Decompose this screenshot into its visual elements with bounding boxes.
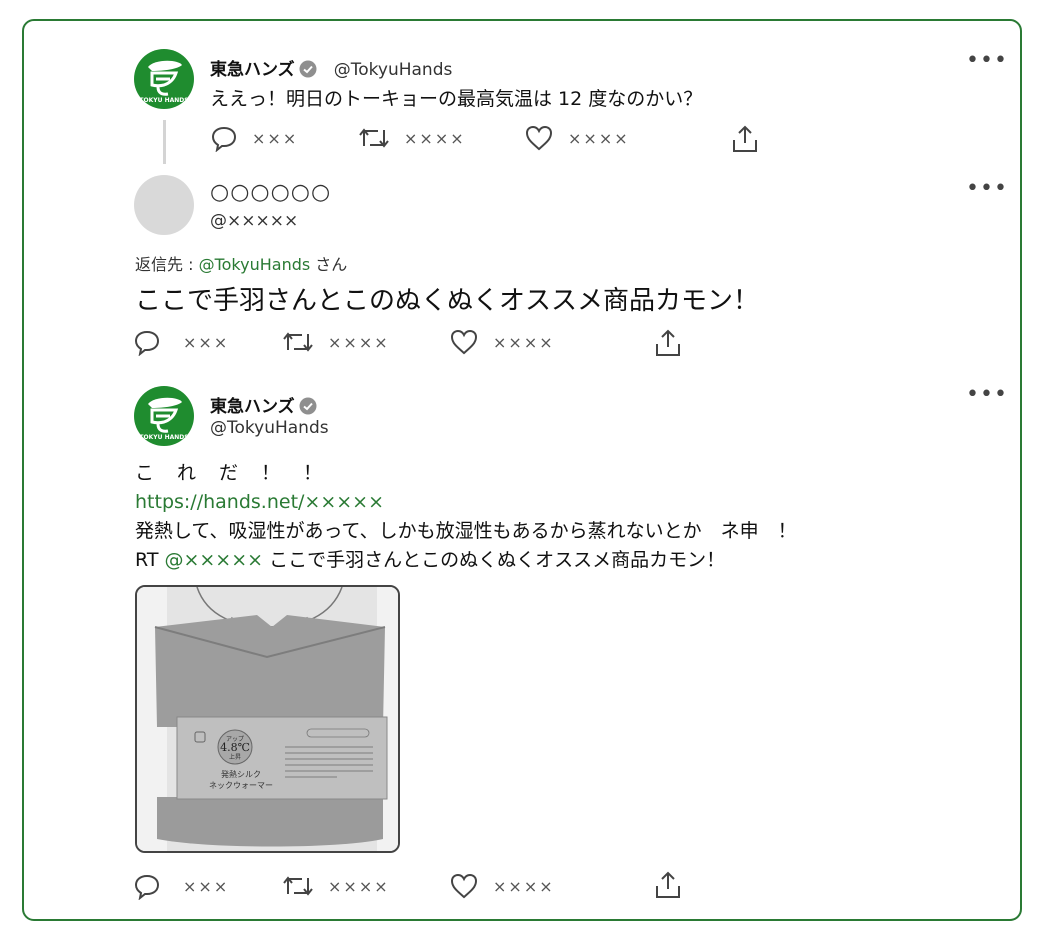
verified-icon (299, 397, 317, 419)
tweet1-header: 東急ハンズ @TokyuHands (210, 55, 452, 82)
retweet-icon (283, 876, 313, 896)
author-name[interactable]: ○○○○○○ (210, 180, 331, 205)
share-button[interactable] (653, 870, 683, 904)
like-button[interactable]: ×××× (449, 872, 555, 900)
user-avatar-placeholder[interactable] (134, 175, 194, 235)
more-icon[interactable]: ••• (966, 50, 1008, 72)
author-handle[interactable]: @TokyuHands (210, 418, 329, 438)
retweet-button[interactable]: ×××× (282, 328, 390, 356)
more-icon[interactable]: ••• (966, 384, 1008, 406)
like-button[interactable]: ×××× (524, 124, 630, 152)
share-button[interactable] (653, 328, 683, 362)
avatar-brand-text: TOKYU HANDS (139, 434, 188, 441)
tokyu-hands-avatar[interactable]: TOKYU HANDS (134, 386, 194, 446)
badge-value-text: 4.8℃ (220, 741, 250, 754)
reply-count: ××× (183, 332, 230, 352)
reply-icon (211, 126, 237, 152)
neck-warmer-product-image: アップ 4.8℃ 上昇 発熱シルク ネックウォーマー (137, 587, 398, 851)
tweet3-header: 東急ハンズ (210, 392, 317, 419)
like-icon (525, 125, 553, 151)
product-link[interactable]: https://hands.net/××××× (135, 487, 384, 517)
retweet-count: ×××× (328, 332, 390, 352)
reply-to-handle-link[interactable]: @TokyuHands (199, 255, 311, 274)
more-icon[interactable]: ••• (966, 178, 1008, 200)
like-count: ×××× (568, 128, 630, 148)
tokyu-hands-avatar[interactable]: TOKYU HANDS (134, 49, 194, 109)
reply-button[interactable]: ××× (133, 328, 229, 356)
like-count: ×××× (493, 876, 555, 896)
author-handle[interactable]: @TokyuHands (334, 60, 453, 80)
tokyu-hands-logo-icon: TOKYU HANDS (139, 60, 189, 104)
retweet-icon (359, 128, 389, 148)
like-icon (450, 329, 478, 355)
share-icon (656, 871, 680, 898)
verified-icon (299, 60, 317, 82)
thread-connector-line (163, 120, 166, 164)
badge-bottom-text: 上昇 (229, 753, 241, 761)
rt-text: ここで手羽さんとこのぬくぬくオススメ商品カモン！ (263, 549, 726, 571)
author-handle[interactable]: @××××× (210, 211, 298, 231)
retweet-count: ×××× (328, 876, 390, 896)
retweet-count: ×××× (404, 128, 466, 148)
retweet-button[interactable]: ×××× (358, 124, 466, 152)
rt-handle-link[interactable]: @××××× (164, 549, 263, 571)
share-icon (733, 125, 757, 152)
author-name[interactable]: 東急ハンズ (210, 60, 295, 80)
tweet3-line3: 発熱して、吸湿性があって、しかも放湿性もあるから蒸れないとか ネ申 ！ (135, 520, 797, 542)
reply-to-prefix: 返信先 : (135, 255, 199, 274)
tweet3-retweet-line: RT @××××× ここで手羽さんとこのぬくぬくオススメ商品カモン！ (135, 545, 725, 575)
tweet3-line1: こ れ だ ！ ！ (135, 462, 325, 484)
product-title-line1: 発熱シルク (221, 769, 261, 779)
share-button[interactable] (730, 124, 760, 158)
retweet-icon (283, 332, 313, 352)
tokyu-hands-logo-icon: TOKYU HANDS (139, 397, 189, 441)
reply-icon (134, 874, 160, 900)
reply-button[interactable]: ××× (210, 124, 298, 152)
reply-button[interactable]: ××× (133, 872, 229, 900)
reply-count: ××× (183, 876, 230, 896)
reply-icon (134, 330, 160, 356)
reply-to-line: 返信先 : @TokyuHands さん (135, 251, 347, 275)
avatar-brand-text: TOKYU HANDS (139, 97, 188, 104)
product-photo[interactable]: アップ 4.8℃ 上昇 発熱シルク ネックウォーマー (135, 585, 400, 853)
like-count: ×××× (493, 332, 555, 352)
reply-count: ××× (252, 128, 299, 148)
product-title-line2: ネックウォーマー (209, 781, 273, 790)
reply-to-suffix: さん (310, 255, 348, 274)
author-name[interactable]: 東急ハンズ (210, 397, 295, 417)
share-icon (656, 329, 680, 356)
tweet2-text: ここで手羽さんとこのぬくぬくオススメ商品カモン！ (135, 286, 760, 316)
rt-prefix: RT (135, 549, 165, 571)
retweet-button[interactable]: ×××× (282, 872, 390, 900)
like-icon (450, 873, 478, 899)
like-button[interactable]: ×××× (449, 328, 555, 356)
tweet1-text: ええっ！明日のトーキョーの最高気温は 12 度なのかい？ (210, 88, 703, 110)
